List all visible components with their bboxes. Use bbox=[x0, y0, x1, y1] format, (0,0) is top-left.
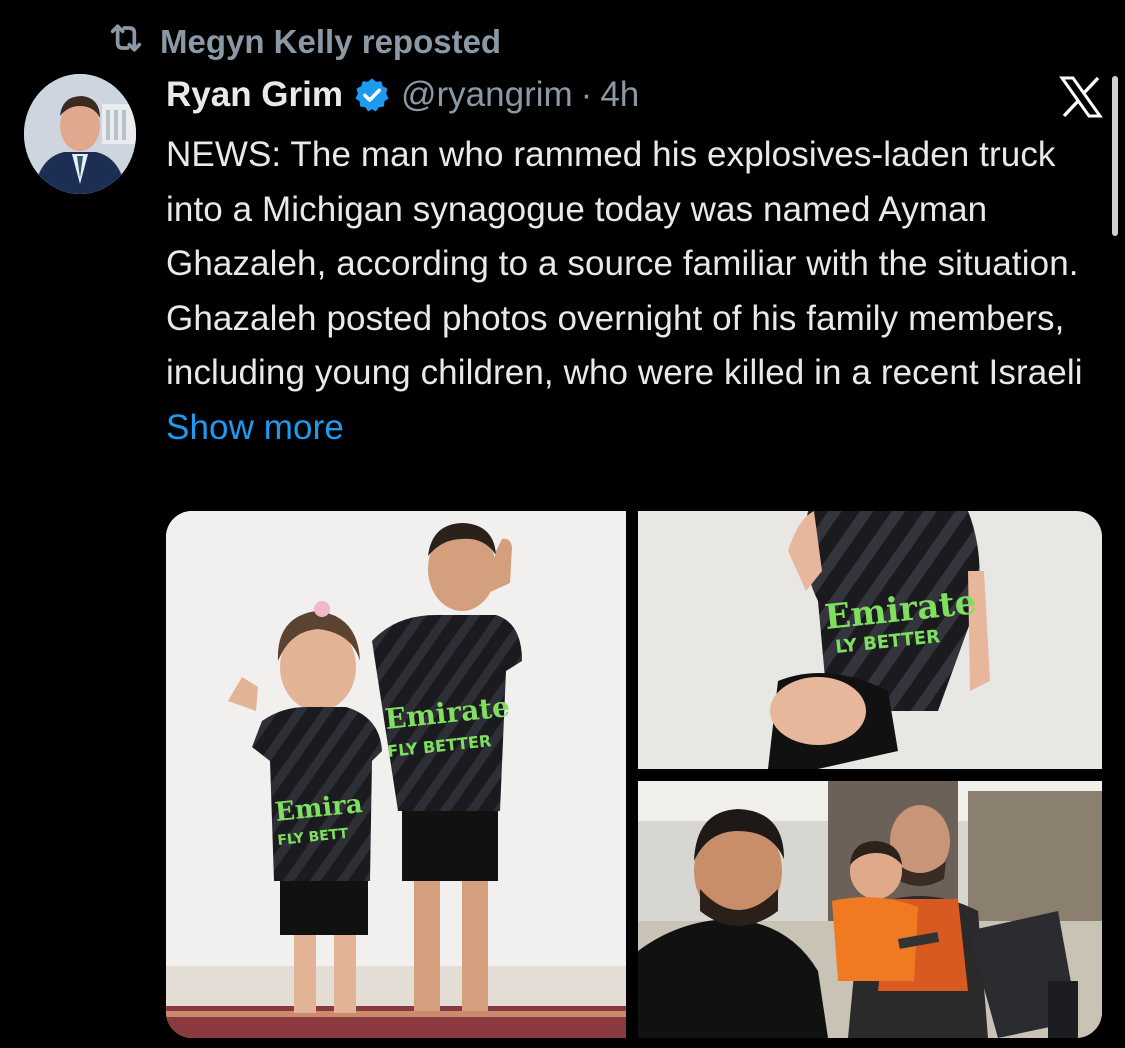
scrollbar[interactable] bbox=[1112, 76, 1118, 236]
photo-children[interactable]: Emirate FLY BETTER Emira FLY BETT bbox=[166, 511, 626, 1038]
tweet-header: Ryan Grim @ryangrim · 4h bbox=[166, 70, 639, 120]
repost-indicator[interactable]: Megyn Kelly reposted bbox=[106, 18, 501, 66]
tweet-text: NEWS: The man who rammed his explosives-… bbox=[166, 128, 1096, 455]
verified-badge-icon bbox=[353, 76, 391, 114]
timestamp[interactable]: 4h bbox=[600, 75, 639, 115]
repost-icon bbox=[106, 18, 146, 66]
show-more-link[interactable]: Show more bbox=[166, 408, 344, 447]
media-grid: Emirate FLY BETTER Emira FLY BETT Emirat… bbox=[166, 511, 1102, 1038]
author-name[interactable]: Ryan Grim bbox=[166, 75, 343, 115]
photo-selfie[interactable] bbox=[638, 781, 1102, 1038]
tweet-screen: Megyn Kelly reposted Ryan Grim @ryangrim… bbox=[0, 0, 1125, 1048]
tweet-body: NEWS: The man who rammed his explosives-… bbox=[166, 135, 1083, 392]
x-logo-icon bbox=[1058, 74, 1104, 120]
separator-dot: · bbox=[580, 75, 593, 114]
author-handle[interactable]: @ryangrim bbox=[401, 75, 573, 115]
avatar[interactable] bbox=[24, 74, 136, 194]
repost-label: Megyn Kelly reposted bbox=[160, 23, 502, 60]
photo-child-jersey[interactable]: Emirate LY BETTER bbox=[638, 511, 1102, 769]
